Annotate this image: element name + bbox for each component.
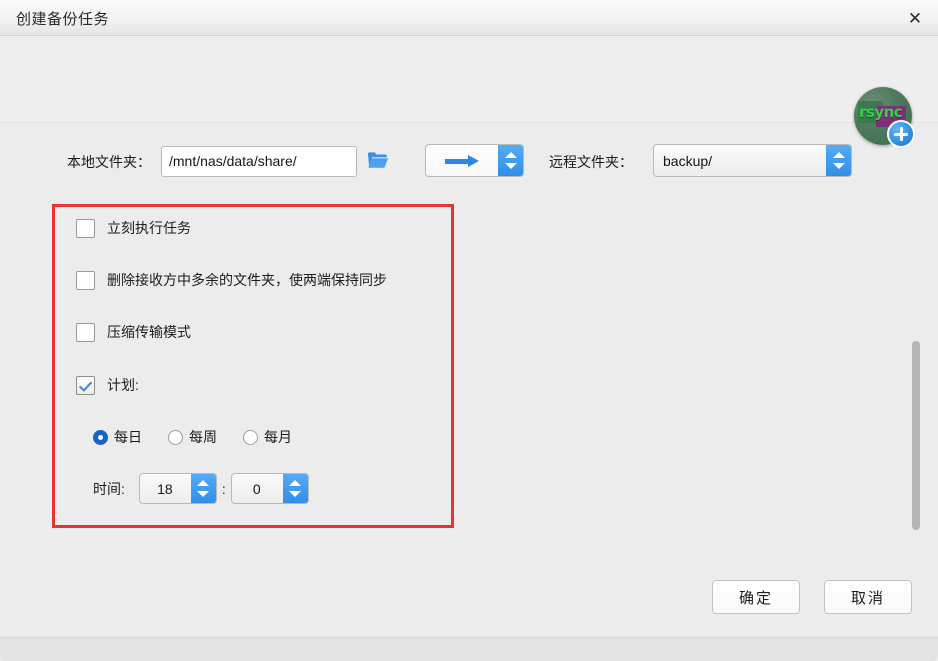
minute-stepper[interactable]: [283, 474, 308, 503]
radio-daily[interactable]: 每日: [93, 427, 142, 447]
transfer-direction-spinner[interactable]: [425, 144, 524, 177]
option-schedule[interactable]: 计划:: [76, 375, 139, 395]
chevron-down-icon[interactable]: [833, 163, 845, 169]
time-separator: :: [222, 481, 226, 497]
option-delete-extraneous[interactable]: 删除接收方中多余的文件夹，使两端保持同步: [76, 270, 387, 290]
option-compress-transfer-label: 压缩传输模式: [107, 322, 191, 342]
radio-monthly[interactable]: 每月: [243, 427, 292, 447]
radio-weekly-label: 每周: [189, 427, 217, 447]
radio-daily-label: 每日: [114, 427, 142, 447]
hour-spinner[interactable]: 18: [139, 473, 217, 504]
ok-button[interactable]: 确定: [712, 580, 800, 614]
remote-folder-label: 远程文件夹：: [549, 143, 633, 181]
checkbox-run-now[interactable]: [76, 219, 95, 238]
radio-weekly[interactable]: 每周: [168, 427, 217, 447]
chevron-up-icon[interactable]: [505, 152, 517, 158]
option-run-now-label: 立刻执行任务: [107, 218, 191, 238]
chevron-down-icon[interactable]: [197, 491, 209, 497]
scrollbar-thumb[interactable]: [912, 341, 920, 530]
option-delete-extraneous-label: 删除接收方中多余的文件夹，使两端保持同步: [107, 270, 387, 290]
chevron-up-icon[interactable]: [289, 480, 301, 486]
schedule-time-label: 时间:: [93, 479, 125, 499]
checkbox-compress-transfer[interactable]: [76, 323, 95, 342]
transfer-direction-stepper[interactable]: [498, 145, 523, 176]
option-run-now[interactable]: 立刻执行任务: [76, 218, 191, 238]
minute-value: 0: [232, 474, 282, 503]
chevron-up-icon[interactable]: [833, 152, 845, 158]
chevron-down-icon[interactable]: [289, 491, 301, 497]
schedule-frequency-group: 每日 每周 每月: [93, 427, 318, 447]
cancel-button[interactable]: 取消: [824, 580, 912, 614]
checkbox-schedule[interactable]: [76, 376, 95, 395]
dialog-header: rsync: [0, 36, 938, 123]
radio-monthly-indicator[interactable]: [243, 430, 258, 445]
close-icon[interactable]: ✕: [900, 4, 930, 32]
arrow-right-icon: [445, 155, 479, 167]
remote-folder-select[interactable]: backup/: [653, 144, 852, 177]
remote-folder-value: backup/: [654, 145, 825, 176]
radio-weekly-indicator[interactable]: [168, 430, 183, 445]
chevron-down-icon[interactable]: [505, 163, 517, 169]
folder-icon[interactable]: [367, 150, 389, 170]
checkbox-delete-extraneous[interactable]: [76, 271, 95, 290]
transfer-direction-value: [426, 145, 497, 176]
window-title-bar: 创建备份任务 ✕: [0, 0, 938, 36]
radio-daily-indicator[interactable]: [93, 430, 108, 445]
vertical-scrollbar[interactable]: [909, 130, 923, 540]
radio-monthly-label: 每月: [264, 427, 292, 447]
hour-value: 18: [140, 474, 190, 503]
hour-stepper[interactable]: [191, 474, 216, 503]
schedule-time-row: 时间: 18 : 0: [93, 473, 309, 504]
minute-spinner[interactable]: 0: [231, 473, 309, 504]
option-compress-transfer[interactable]: 压缩传输模式: [76, 322, 191, 342]
dialog-bottom-bar: [0, 637, 938, 661]
window-title: 创建备份任务: [16, 8, 109, 29]
remote-folder-stepper[interactable]: [826, 145, 851, 176]
local-folder-label: 本地文件夹：: [67, 143, 151, 181]
rsync-logo-text: rsync: [859, 103, 902, 121]
rsync-logo: rsync: [854, 87, 912, 145]
option-schedule-label: 计划:: [107, 375, 139, 395]
local-folder-input[interactable]: /mnt/nas/data/share/: [161, 146, 357, 177]
chevron-up-icon[interactable]: [197, 480, 209, 486]
